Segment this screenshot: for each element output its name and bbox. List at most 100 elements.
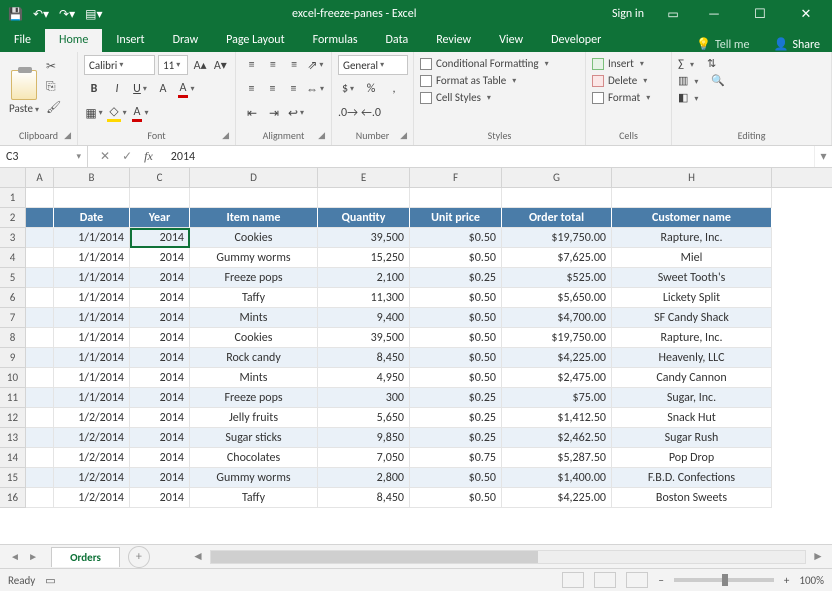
col-head-g[interactable]: G [502, 168, 612, 187]
align-top-button[interactable]: ≡ [242, 55, 261, 75]
tab-view[interactable]: View [485, 29, 537, 52]
cell[interactable]: $4,225.00 [502, 488, 612, 508]
zoom-in-button[interactable]: + [784, 574, 789, 587]
col-head-e[interactable]: E [318, 168, 410, 187]
cell[interactable]: Rapture, Inc. [612, 328, 772, 348]
select-all-corner[interactable] [0, 168, 26, 187]
number-format-combo[interactable]: General [338, 55, 408, 75]
fx-icon[interactable]: fx [144, 149, 153, 164]
cell[interactable]: 2014 [130, 288, 190, 308]
cell[interactable]: 2014 [130, 308, 190, 328]
cell[interactable]: Pop Drop [612, 448, 772, 468]
cell[interactable]: $4,225.00 [502, 348, 612, 368]
fill-color-button[interactable]: ◇ [107, 103, 127, 123]
cell[interactable] [54, 188, 130, 208]
cell[interactable]: $0.50 [410, 488, 502, 508]
percent-button[interactable]: % [361, 79, 381, 99]
zoom-slider[interactable] [674, 578, 774, 582]
row-head[interactable]: 13 [0, 428, 25, 448]
cell[interactable] [26, 348, 54, 368]
cell[interactable]: Freeze pops [190, 268, 318, 288]
enter-formula-icon[interactable]: ✓ [122, 149, 132, 164]
cell[interactable]: Cookies [190, 328, 318, 348]
cell[interactable]: F.B.D. Confections [612, 468, 772, 488]
cell[interactable]: Order total [502, 208, 612, 228]
row-head[interactable]: 9 [0, 348, 25, 368]
cell[interactable]: Quantity [318, 208, 410, 228]
cut-button[interactable]: ✂ [46, 59, 61, 74]
tab-formulas[interactable]: Formulas [299, 29, 372, 52]
col-head-f[interactable]: F [410, 168, 502, 187]
cell[interactable]: 1/2/2014 [54, 408, 130, 428]
row-head[interactable]: 11 [0, 388, 25, 408]
cell[interactable]: 9,850 [318, 428, 410, 448]
row-head[interactable]: 2 [0, 208, 25, 228]
cell[interactable]: 8,450 [318, 488, 410, 508]
sign-in-link[interactable]: Sign in [604, 7, 652, 21]
cell[interactable]: 39,500 [318, 328, 410, 348]
cell[interactable]: 2014 [130, 468, 190, 488]
cell[interactable]: Taffy [190, 288, 318, 308]
cell[interactable]: 1/2/2014 [54, 468, 130, 488]
cell[interactable]: Sweet Tooth's [612, 268, 772, 288]
cell[interactable] [26, 448, 54, 468]
cell[interactable]: 4,950 [318, 368, 410, 388]
row-head[interactable]: 3 [0, 228, 25, 248]
row-head[interactable]: 15 [0, 468, 25, 488]
italic-button[interactable]: I [107, 79, 127, 99]
cell[interactable]: Cookies [190, 228, 318, 248]
macro-record-icon[interactable]: ▭ [45, 574, 55, 587]
fill-button[interactable]: ▥ 🔍 [678, 74, 825, 87]
cell[interactable]: Boston Sweets [612, 488, 772, 508]
tab-home[interactable]: Home [45, 29, 102, 52]
align-left-button[interactable]: ≡ [242, 79, 261, 99]
orientation-button[interactable]: ⇗ [306, 55, 325, 75]
cell[interactable]: 1/1/2014 [54, 348, 130, 368]
grow-font-button[interactable]: A▴ [191, 55, 208, 75]
hscroll-thumb[interactable] [211, 551, 538, 563]
increase-decimal-button[interactable]: .0→ [338, 103, 358, 123]
number-launcher-icon[interactable]: ◢ [400, 130, 407, 141]
cell[interactable] [410, 188, 502, 208]
cell[interactable]: Sugar sticks [190, 428, 318, 448]
cell[interactable]: Lickety Split [612, 288, 772, 308]
col-head-h[interactable]: H [612, 168, 772, 187]
cell[interactable]: Customer name [612, 208, 772, 228]
font-color2-button[interactable]: A [130, 103, 150, 123]
maximize-button[interactable]: ☐ [740, 0, 780, 28]
row-head[interactable]: 7 [0, 308, 25, 328]
cells-insert-button[interactable]: Insert [592, 57, 665, 70]
format-painter-button[interactable]: 🖌 [46, 100, 61, 115]
align-middle-button[interactable]: ≡ [263, 55, 282, 75]
accounting-button[interactable]: $ [338, 79, 358, 99]
cell[interactable]: $19,750.00 [502, 328, 612, 348]
tab-developer[interactable]: Developer [537, 29, 615, 52]
decrease-indent-button[interactable]: ⇤ [242, 103, 262, 123]
col-head-a[interactable]: A [26, 168, 54, 187]
cell[interactable]: Rapture, Inc. [612, 228, 772, 248]
cell[interactable]: $5,287.50 [502, 448, 612, 468]
cell[interactable] [26, 228, 54, 248]
wrap-text-button[interactable]: ↩ [286, 103, 306, 123]
cell[interactable]: Unit price [410, 208, 502, 228]
paste-button[interactable]: Paste [6, 55, 42, 129]
row-head[interactable]: 1 [0, 188, 25, 208]
cell[interactable]: Miel [612, 248, 772, 268]
cell[interactable]: 11,300 [318, 288, 410, 308]
conditional-formatting-button[interactable]: Conditional Formatting [420, 57, 579, 70]
cell[interactable] [26, 268, 54, 288]
cell[interactable] [26, 288, 54, 308]
row-head[interactable]: 12 [0, 408, 25, 428]
row-head[interactable]: 16 [0, 488, 25, 508]
cell[interactable]: $0.25 [410, 268, 502, 288]
cell[interactable]: $75.00 [502, 388, 612, 408]
tab-data[interactable]: Data [372, 29, 423, 52]
cell[interactable] [612, 188, 772, 208]
formula-input[interactable]: 2014 [165, 146, 814, 167]
zoom-out-button[interactable]: − [658, 574, 663, 587]
decrease-decimal-button[interactable]: ←.0 [361, 103, 381, 123]
col-head-d[interactable]: D [190, 168, 318, 187]
col-head-b[interactable]: B [54, 168, 130, 187]
zoom-level[interactable]: 100% [799, 574, 824, 587]
cell[interactable]: 1/2/2014 [54, 428, 130, 448]
